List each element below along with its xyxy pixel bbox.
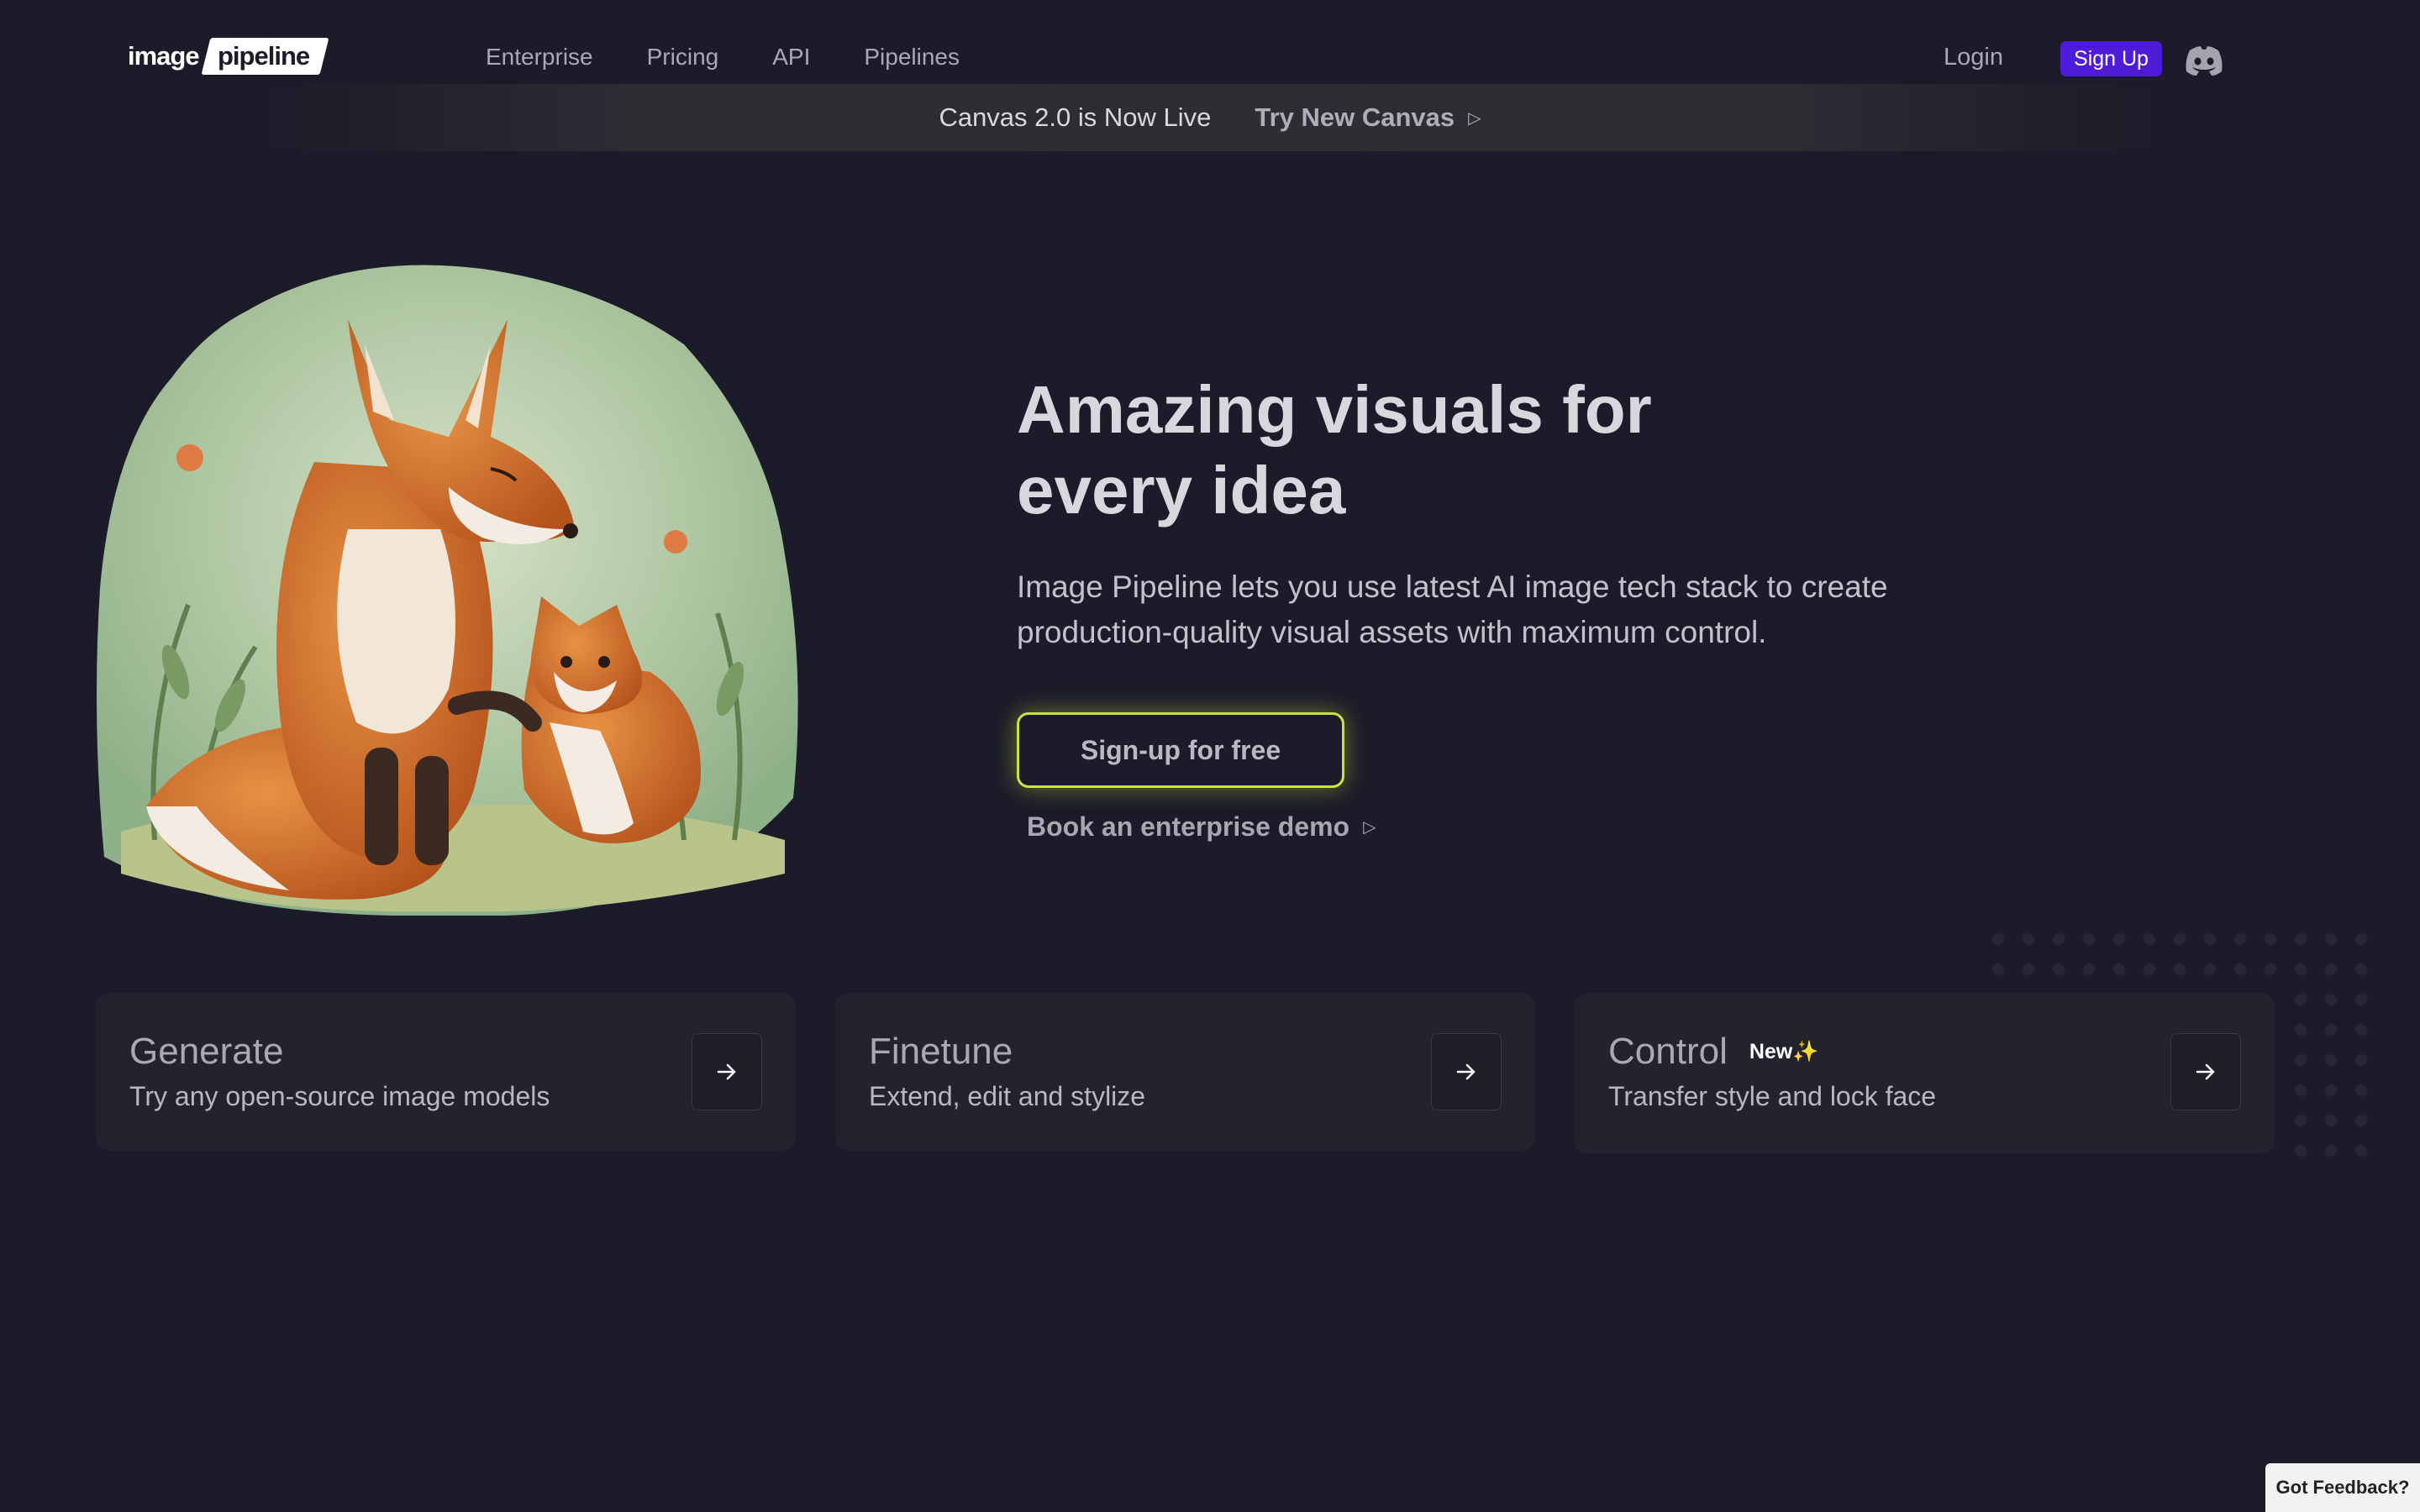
main-nav: Enterprise Pricing API Pipelines	[486, 44, 960, 71]
new-badge: New✨	[1749, 1039, 1819, 1063]
logo-text-pipeline: pipeline	[201, 38, 329, 75]
enterprise-demo-label: Book an enterprise demo	[1027, 811, 1350, 842]
arrow-right-icon[interactable]	[692, 1033, 762, 1110]
arrow-right-icon[interactable]	[2170, 1033, 2241, 1110]
nav-pipelines[interactable]: Pipelines	[864, 44, 960, 71]
signup-free-button[interactable]: Sign-up for free	[1017, 712, 1344, 788]
announcement-text: Canvas 2.0 is Now Live	[939, 102, 1212, 132]
hero-headline: Amazing visuals for every idea	[1017, 372, 1652, 528]
discord-icon[interactable]	[2183, 44, 2225, 77]
nav-api[interactable]: API	[772, 44, 810, 71]
feedback-button[interactable]: Got Feedback?	[2265, 1463, 2420, 1512]
signup-button[interactable]: Sign Up	[2060, 41, 2162, 76]
card-finetune[interactable]: Finetune Extend, edit and stylize	[835, 994, 1535, 1150]
hero-illustration	[96, 252, 806, 916]
logo[interactable]: image pipeline	[116, 38, 329, 75]
announcement-bar: Canvas 2.0 is Now Live Try New Canvas ▷	[252, 84, 2168, 151]
login-link[interactable]: Login	[1944, 44, 2003, 71]
card-control[interactable]: Control New✨ Transfer style and lock fac…	[1575, 994, 2275, 1153]
enterprise-demo-link[interactable]: Book an enterprise demo ▷	[1027, 811, 1376, 843]
play-icon: ▷	[1363, 818, 1376, 837]
try-new-canvas-link[interactable]: Try New Canvas ▷	[1255, 102, 1481, 133]
nav-pricing[interactable]: Pricing	[647, 44, 719, 71]
nav-enterprise[interactable]: Enterprise	[486, 44, 593, 71]
arrow-right-icon[interactable]	[1431, 1033, 1502, 1110]
logo-text-image: image	[116, 41, 206, 71]
card-generate[interactable]: Generate Try any open-source image model…	[96, 994, 796, 1150]
play-icon: ▷	[1468, 108, 1481, 128]
hero-subtext: Image Pipeline lets you use latest AI im…	[1017, 570, 1888, 649]
try-new-canvas-label: Try New Canvas	[1255, 102, 1455, 132]
